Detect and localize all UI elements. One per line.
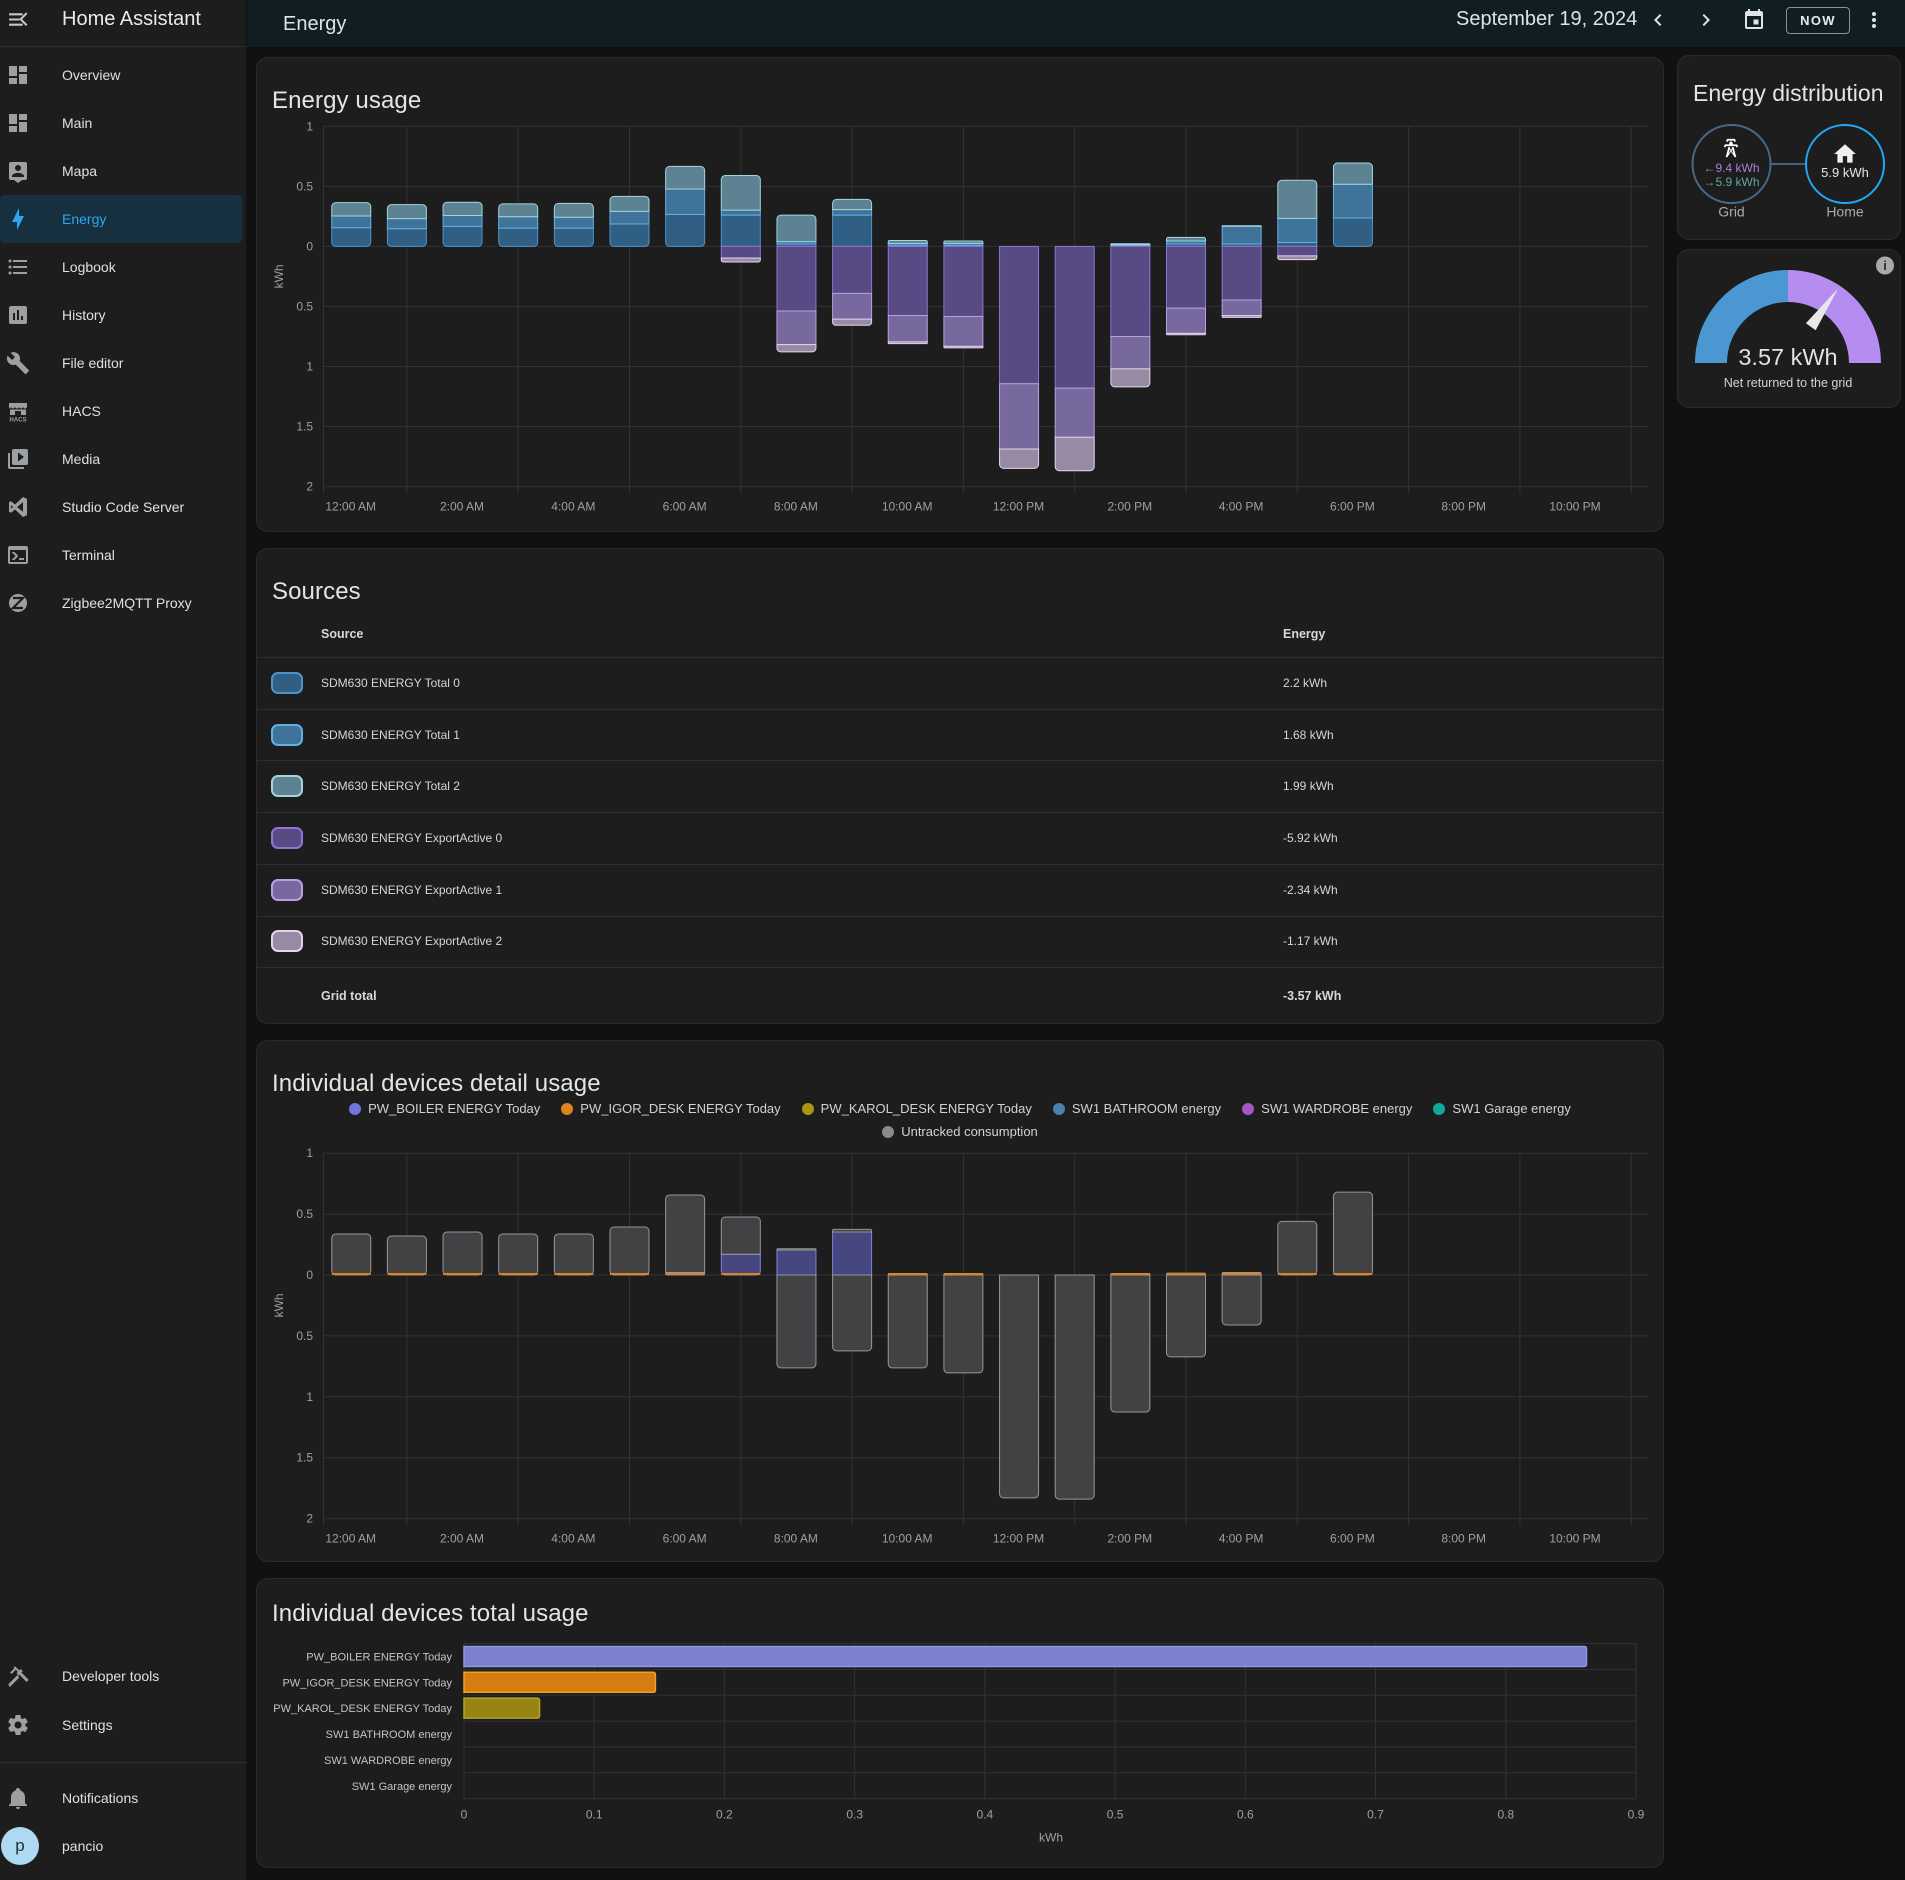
svg-text:6:00 AM: 6:00 AM (663, 1532, 707, 1546)
svg-text:0.3: 0.3 (846, 1808, 863, 1822)
svg-text:10:00 AM: 10:00 AM (882, 1532, 933, 1546)
svg-text:1: 1 (306, 1390, 313, 1404)
svg-text:1: 1 (306, 360, 313, 374)
svg-text:1: 1 (306, 119, 313, 133)
svg-text:4:00 PM: 4:00 PM (1219, 500, 1264, 514)
svg-text:PW_BOILER ENERGY Today: PW_BOILER ENERGY Today (306, 1651, 452, 1663)
svg-text:4:00 AM: 4:00 AM (551, 500, 595, 514)
svg-text:0.1: 0.1 (586, 1808, 603, 1822)
svg-text:SW1 Garage energy: SW1 Garage energy (352, 1781, 453, 1793)
svg-text:PW_KAROL_DESK ENERGY Today: PW_KAROL_DESK ENERGY Today (273, 1703, 452, 1715)
svg-text:2: 2 (306, 1512, 313, 1526)
svg-text:6:00 PM: 6:00 PM (1330, 1532, 1375, 1546)
svg-text:12:00 PM: 12:00 PM (993, 500, 1044, 514)
svg-text:kWh: kWh (272, 1293, 286, 1317)
svg-text:SW1 BATHROOM energy: SW1 BATHROOM energy (326, 1729, 453, 1741)
svg-text:Grid: Grid (1718, 204, 1744, 220)
svg-text:0: 0 (306, 1268, 313, 1282)
svg-text:SW1 WARDROBE energy: SW1 WARDROBE energy (324, 1755, 452, 1767)
svg-text:2:00 AM: 2:00 AM (440, 1532, 484, 1546)
svg-text:kWh: kWh (272, 264, 286, 288)
svg-text:1.5: 1.5 (296, 1451, 313, 1465)
svg-text:0.7: 0.7 (1367, 1808, 1384, 1822)
svg-text:8:00 AM: 8:00 AM (774, 1532, 818, 1546)
svg-text:1.5: 1.5 (296, 420, 313, 434)
svg-text:4:00 AM: 4:00 AM (551, 1532, 595, 1546)
svg-text:2:00 PM: 2:00 PM (1107, 1532, 1152, 1546)
svg-text:8:00 PM: 8:00 PM (1441, 1532, 1486, 1546)
svg-text:Home: Home (1826, 204, 1864, 220)
svg-text:2: 2 (306, 480, 313, 494)
svg-text:→5.9 kWh: →5.9 kWh (1703, 175, 1759, 189)
svg-text:4:00 PM: 4:00 PM (1219, 1532, 1264, 1546)
svg-text:Net returned to the grid: Net returned to the grid (1724, 376, 1853, 390)
svg-text:0.4: 0.4 (977, 1808, 994, 1822)
svg-text:0.6: 0.6 (1237, 1808, 1254, 1822)
svg-text:2:00 AM: 2:00 AM (440, 500, 484, 514)
svg-text:0: 0 (461, 1808, 468, 1822)
svg-text:10:00 PM: 10:00 PM (1549, 500, 1600, 514)
svg-text:10:00 PM: 10:00 PM (1549, 1532, 1600, 1546)
svg-text:←9.4 kWh: ←9.4 kWh (1703, 161, 1759, 175)
svg-text:0.5: 0.5 (296, 1207, 313, 1221)
svg-text:1: 1 (306, 1146, 313, 1160)
svg-text:5.9 kWh: 5.9 kWh (1821, 165, 1869, 180)
svg-text:0.2: 0.2 (716, 1808, 733, 1822)
svg-text:0.8: 0.8 (1497, 1808, 1514, 1822)
svg-text:0.5: 0.5 (1107, 1808, 1124, 1822)
svg-text:10:00 AM: 10:00 AM (882, 500, 933, 514)
svg-text:6:00 AM: 6:00 AM (663, 500, 707, 514)
svg-text:PW_IGOR_DESK ENERGY Today: PW_IGOR_DESK ENERGY Today (282, 1677, 452, 1689)
svg-text:HACS: HACS (9, 418, 26, 424)
svg-text:2:00 PM: 2:00 PM (1107, 500, 1152, 514)
svg-text:12:00 AM: 12:00 AM (325, 500, 376, 514)
svg-text:0.5: 0.5 (296, 1329, 313, 1343)
svg-text:0.9: 0.9 (1628, 1808, 1645, 1822)
svg-text:kWh: kWh (1039, 1831, 1063, 1845)
svg-text:0.5: 0.5 (296, 299, 313, 313)
svg-text:i: i (1883, 258, 1887, 273)
svg-text:12:00 AM: 12:00 AM (325, 1532, 376, 1546)
svg-text:6:00 PM: 6:00 PM (1330, 500, 1375, 514)
svg-text:0: 0 (306, 239, 313, 253)
svg-text:12:00 PM: 12:00 PM (993, 1532, 1044, 1546)
svg-text:3.57 kWh: 3.57 kWh (1738, 344, 1837, 370)
svg-text:8:00 AM: 8:00 AM (774, 500, 818, 514)
svg-text:0.5: 0.5 (296, 179, 313, 193)
svg-text:8:00 PM: 8:00 PM (1441, 500, 1486, 514)
